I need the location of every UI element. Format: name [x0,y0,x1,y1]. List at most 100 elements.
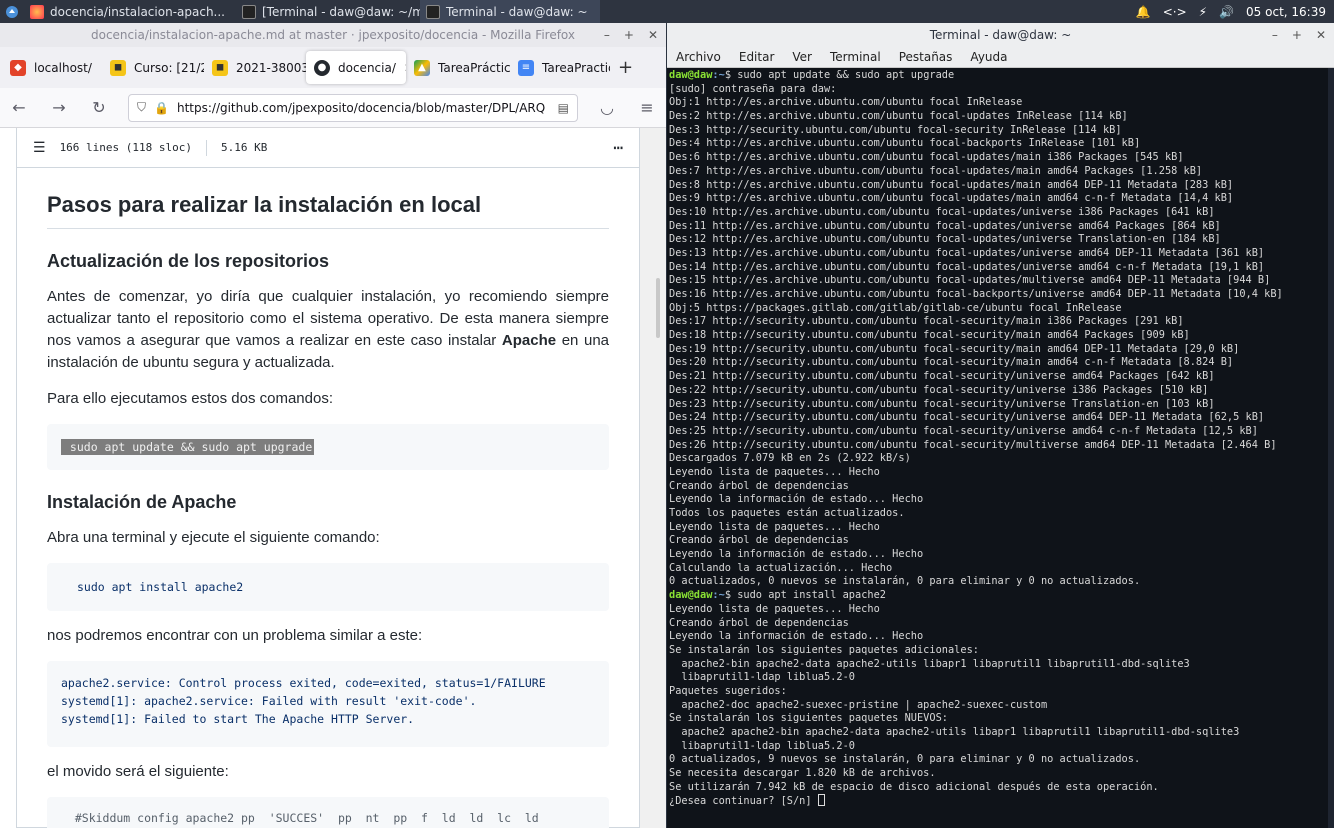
terminal-line: Se necesita descargar 1.820 kB de archiv… [669,767,936,780]
taskbar-task-label: Terminal - daw@daw: ~ [446,4,588,19]
firefox-titlebar[interactable]: docencia/instalacion-apache.md at master… [0,23,666,47]
close-icon[interactable]: ✕ [648,23,658,47]
tab-tarea-1[interactable]: ▲ TareaPráctic [406,47,510,88]
tab-tarea-2[interactable]: ≡ TareaPractic [510,47,610,88]
outline-icon[interactable]: ☰ [33,140,46,156]
terminal-line: Des:7 http://es.archive.ubuntu.com/ubunt… [669,164,1203,177]
notification-bell-icon[interactable]: 🔔 [1136,5,1151,19]
taskbar: docencia/instalacion-apach... [Terminal … [0,0,1334,23]
terminal-line: Se utilizarán 7.942 kB de espacio de dis… [669,780,1159,793]
menu-archivo[interactable]: Archivo [667,47,730,67]
maximize-icon[interactable]: + [624,23,634,47]
menu-terminal[interactable]: Terminal [821,47,890,67]
terminal-line: Des:8 http://es.archive.ubuntu.com/ubunt… [669,178,1234,191]
taskbar-task-firefox[interactable]: docencia/instalacion-apach... [24,0,236,23]
new-tab-icon[interactable]: + [610,57,633,78]
terminal-line: Des:18 http://security.ubuntu.com/ubuntu… [669,329,1190,342]
hamburger-menu-icon[interactable]: ≡ [636,98,658,117]
terminal-scrollbar[interactable] [1328,68,1334,828]
taskbar-task-terminal-2[interactable]: Terminal - daw@daw: ~ [420,0,600,23]
terminal-line: [sudo] contraseña para daw: [669,82,837,95]
prompt-path: :~ [712,69,725,81]
terminal-line: Creando árbol de dependencias [669,534,849,547]
heading-apache: Instalación de Apache [47,492,237,512]
more-options-icon[interactable]: ⋯ [613,138,623,157]
forward-icon[interactable]: → [48,98,70,117]
navigation-bar: ← → ↻ ⛉ 🔒 https://github.com/jpexposito/… [0,88,666,128]
menu-ayuda[interactable]: Ayuda [961,47,1016,67]
page-scrollbar[interactable] [640,128,666,828]
maximize-icon[interactable]: + [1292,23,1302,47]
google-drive-icon: ▲ [414,59,430,76]
code-text: sudo apt update && sudo apt upgrade [61,439,315,455]
terminal-line: Paquetes sugeridos: [669,684,787,697]
terminal-line: Leyendo la información de estado... Hech… [669,548,924,561]
tab-curso[interactable]: ◼ Curso: [21/2 [102,47,204,88]
tab-label: TareaPractic [542,60,610,75]
tab-strip: ◆ localhost/ ◼ Curso: [21/2 ◼ 2021-38003… [0,47,666,88]
reload-icon[interactable]: ↻ [88,98,110,117]
terminal-icon [426,4,440,19]
paragraph-problem: nos podremos encontrar con un problema s… [47,627,423,644]
menu-editar[interactable]: Editar [730,47,784,67]
terminal-line: Des:15 http://es.archive.ubuntu.com/ubun… [669,274,1271,287]
window-title: docencia/instalacion-apache.md at master… [90,28,576,42]
taskbar-task-label: docencia/instalacion-apach... [50,4,225,19]
terminal-line: Des:21 http://security.ubuntu.com/ubuntu… [669,370,1215,383]
network-icon[interactable]: <·> [1163,5,1187,19]
url-bar[interactable]: ⛉ 🔒 https://github.com/jpexposito/docenc… [128,93,578,122]
minimize-icon[interactable]: – [604,23,610,47]
back-icon[interactable]: ← [8,98,30,117]
tab-label: localhost/ [34,60,92,75]
terminal-line: Des:9 http://es.archive.ubuntu.com/ubunt… [669,192,1234,205]
code-block-update[interactable]: sudo apt update && sudo apt upgrade [47,424,609,470]
terminal-line: Des:14 http://es.archive.ubuntu.com/ubun… [669,260,1265,273]
menu-pestanas[interactable]: Pestañas [890,47,962,67]
terminal-line: Descargados 7.079 kB en 2s (2.922 kB/s) [669,452,911,465]
terminal-line: 0 actualizados, 9 nuevos se instalarán, … [669,753,1141,766]
tab-localhost[interactable]: ◆ localhost/ [2,47,102,88]
code-block-error[interactable]: apache2.service: Control process exited,… [47,661,609,747]
pocket-icon[interactable]: ◡ [596,98,618,117]
terminal-line: 0 actualizados, 0 nuevos se instalarán, … [669,575,1141,588]
command-text: $ sudo apt install apache2 [724,589,886,602]
terminal-line: Des:12 http://es.archive.ubuntu.com/ubun… [669,233,1221,246]
code-block-install[interactable]: sudo apt install apache2 [47,563,609,611]
markdown-file-view: ☰ 166 lines (118 sloc) 5.16 KB ⋯ Pasos p… [16,128,640,828]
lock-icon[interactable]: 🔒 [154,101,169,115]
power-icon[interactable]: ⚡ [1199,5,1207,19]
tab-2021[interactable]: ◼ 2021-38003 [204,47,306,88]
shield-icon[interactable]: ⛉ [137,100,146,115]
app-menu-icon[interactable] [0,0,24,23]
close-icon[interactable]: ✕ [1316,23,1326,47]
file-size: 5.16 KB [221,141,268,154]
terminal-line: apache2-bin apache2-data apache2-utils l… [669,657,1190,670]
terminal-output-block: [sudo] contraseña para daw: Obj:1 http://… [669,83,1326,589]
volume-icon[interactable]: 🔊 [1219,5,1234,19]
terminal-line: Des:2 http://es.archive.ubuntu.com/ubunt… [669,110,1128,123]
prompt-path: :~ [712,589,725,602]
window-title: Terminal - daw@daw: ~ [929,28,1072,42]
terminal-window: Terminal - daw@daw: ~ – + ✕ Archivo Edit… [667,23,1334,828]
apache-bold: Apache [501,332,557,349]
terminal-output[interactable]: daw@daw:~$ sudo apt update && sudo apt u… [667,68,1328,828]
terminal-input-line[interactable]: ¿Desea continuar? [S/n] [669,794,1326,808]
terminal-line: Des:20 http://security.ubuntu.com/ubuntu… [669,356,1234,369]
heading-installation: Pasos para realizar la instalación en lo… [47,192,609,229]
scrollbar-thumb[interactable] [656,278,660,338]
terminal-titlebar[interactable]: Terminal - daw@daw: ~ – + ✕ [667,23,1334,47]
terminal-line: Leyendo lista de paquetes... Hecho [669,465,880,478]
menu-ver[interactable]: Ver [783,47,821,67]
url-text: https://github.com/jpexposito/docencia/b… [176,100,546,115]
code-block-config[interactable]: #Skiddum config apache2 pp 'SUCCES' pp n… [47,797,609,828]
clock[interactable]: 05 oct, 16:39 [1246,5,1326,19]
window-controls: – + ✕ [604,23,658,47]
terminal-line: Creando árbol de dependencias [669,479,849,492]
terminal-line: Leyendo la información de estado... Hech… [669,630,924,643]
taskbar-task-terminal-1[interactable]: [Terminal - daw@daw: ~/med... [236,0,420,23]
reader-view-icon[interactable]: ▤ [558,101,569,115]
tab-docencia[interactable]: ● docencia/ ✕ [306,51,406,84]
minimize-icon[interactable]: – [1272,23,1278,47]
github-icon: ● [314,59,330,76]
file-lines: 166 lines (118 sloc) [59,141,193,154]
